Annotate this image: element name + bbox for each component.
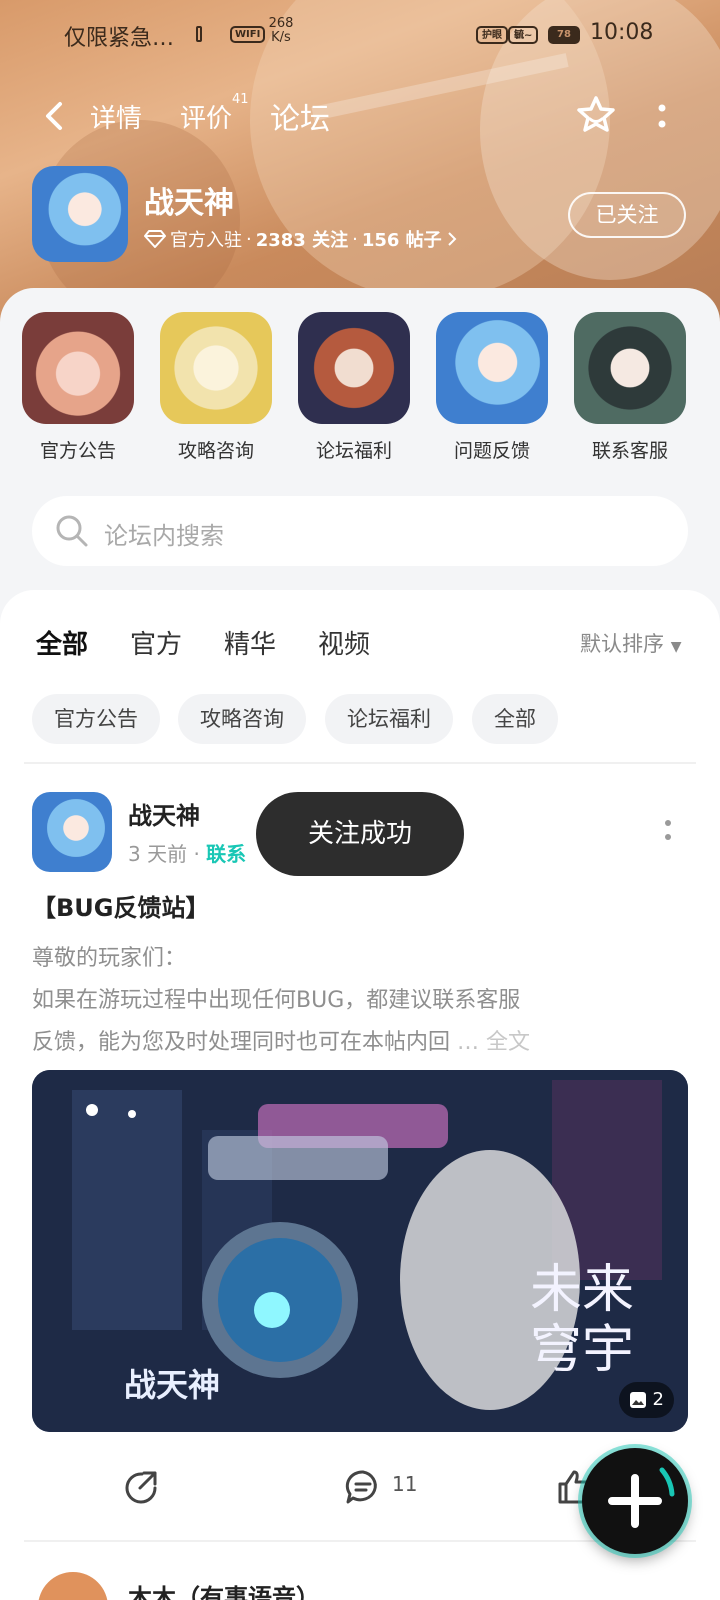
game-icon[interactable] bbox=[32, 166, 128, 262]
forum-page: 仅限紧急… WIFI 268 K/s 护眼 毓~ 78 10:08 详情 评价 … bbox=[0, 0, 720, 1600]
wifi-icon: WIFI bbox=[230, 26, 266, 43]
sim-icon bbox=[196, 26, 202, 42]
read-more-link[interactable]: 全文 bbox=[486, 1030, 530, 1055]
eye-care-icon: 护眼 bbox=[476, 26, 508, 44]
next-post-author[interactable]: 木木（有事语音） bbox=[128, 1578, 320, 1600]
post-body-line: 如果在游玩过程中出现任何BUG，都建议联系客服 bbox=[32, 988, 521, 1013]
post-author-avatar[interactable] bbox=[32, 792, 112, 872]
feed-tab-featured[interactable]: 精华 bbox=[224, 624, 276, 661]
followed-button[interactable]: 已关注 bbox=[568, 192, 686, 238]
category-label: 问题反馈 bbox=[453, 440, 530, 462]
caret-down-icon: ▼ bbox=[670, 639, 682, 655]
post-image[interactable]: 战天神 未来穹宇 2 bbox=[32, 1070, 688, 1432]
top-nav: 详情 评价 41 论坛 bbox=[0, 88, 720, 144]
category-label: 官方公告 bbox=[39, 440, 116, 462]
search-placeholder: 论坛内搜索 bbox=[104, 522, 224, 550]
post-tag[interactable]: 联系 bbox=[206, 842, 246, 866]
tab-reviews[interactable]: 评价 bbox=[180, 98, 232, 135]
comment-count: 11 bbox=[392, 1472, 418, 1496]
category-strategy[interactable]: 攻略咨询 bbox=[160, 312, 272, 463]
battery-icon: 78 bbox=[548, 26, 580, 44]
category-customer-service[interactable]: 联系客服 bbox=[574, 312, 686, 463]
favorite-star-icon[interactable] bbox=[574, 94, 618, 138]
category-label: 攻略咨询 bbox=[177, 440, 254, 462]
post-more-icon[interactable] bbox=[664, 818, 672, 842]
speed-value: 268 bbox=[268, 16, 294, 31]
reviews-count-badge: 41 bbox=[232, 92, 249, 107]
filter-chip-welfare[interactable]: 论坛福利 bbox=[325, 694, 453, 744]
post-count: 156 帖子 bbox=[361, 230, 442, 251]
divider bbox=[24, 762, 696, 764]
post-time-text: 3 天前 bbox=[128, 842, 188, 866]
image-game-title: 战天神 bbox=[124, 1366, 221, 1404]
filter-chip-strategy[interactable]: 攻略咨询 bbox=[178, 694, 306, 744]
sort-label: 默认排序 bbox=[580, 632, 664, 656]
category-official-announcement[interactable]: 官方公告 bbox=[22, 312, 134, 463]
category-image bbox=[436, 312, 548, 424]
category-image bbox=[574, 312, 686, 424]
forum-search-bar[interactable]: 论坛内搜索 bbox=[32, 496, 688, 566]
comment-icon[interactable] bbox=[344, 1468, 382, 1506]
toast-message: 关注成功 bbox=[256, 792, 464, 876]
image-count: 2 bbox=[652, 1389, 664, 1410]
image-icon bbox=[629, 1392, 646, 1408]
game-meta[interactable]: 官方入驻 · 2383 关注 · 156 帖子 bbox=[144, 226, 458, 252]
network-speed: 268 K/s bbox=[266, 17, 296, 45]
official-label: 官方入驻 bbox=[170, 230, 242, 251]
feed-tab-official[interactable]: 官方 bbox=[130, 624, 182, 661]
category-label: 联系客服 bbox=[591, 440, 668, 462]
speed-unit: K/s bbox=[271, 30, 291, 45]
status-bar: 仅限紧急… WIFI 268 K/s 护眼 毓~ 78 10:08 bbox=[0, 0, 720, 68]
post-timestamp: 3 天前 · 联系 bbox=[128, 842, 247, 866]
tab-forum[interactable]: 论坛 bbox=[268, 94, 332, 138]
post-title[interactable]: 【BUG反馈站】 bbox=[32, 888, 209, 923]
share-icon[interactable] bbox=[122, 1468, 160, 1506]
filter-chip-all[interactable]: 全部 bbox=[472, 694, 558, 744]
forum-content: 官方公告 攻略咨询 论坛福利 问题反馈 联系客服 论坛内搜索 全部 官方 精华 … bbox=[0, 288, 720, 1600]
filter-chip-announcement[interactable]: 官方公告 bbox=[32, 694, 160, 744]
category-feedback[interactable]: 问题反馈 bbox=[436, 312, 548, 463]
sort-dropdown[interactable]: 默认排序 ▼ bbox=[580, 628, 681, 658]
more-vertical-icon[interactable] bbox=[656, 100, 668, 132]
image-title: 未来穹宇 bbox=[530, 1260, 635, 1380]
plus-icon bbox=[608, 1467, 675, 1528]
post-body-line: 尊敬的玩家们： bbox=[32, 946, 187, 971]
category-image bbox=[298, 312, 410, 424]
mode-icon: 毓~ bbox=[508, 26, 539, 44]
post-author-name[interactable]: 战天神 bbox=[128, 796, 200, 831]
category-label: 论坛福利 bbox=[315, 440, 392, 462]
category-image bbox=[160, 312, 272, 424]
diamond-icon bbox=[144, 230, 166, 248]
follow-count: 2383 关注 bbox=[255, 230, 349, 251]
feed-tab-all[interactable]: 全部 bbox=[36, 624, 89, 667]
category-welfare[interactable]: 论坛福利 bbox=[298, 312, 410, 463]
image-count-badge: 2 bbox=[618, 1382, 674, 1418]
game-name: 战天神 bbox=[144, 186, 234, 221]
back-arrow-icon[interactable] bbox=[40, 98, 70, 134]
tab-details[interactable]: 详情 bbox=[90, 98, 142, 135]
clock: 10:08 bbox=[590, 20, 654, 45]
category-shortcuts: 官方公告 攻略咨询 论坛福利 问题反馈 联系客服 bbox=[0, 312, 720, 472]
post-body-line: 反馈，能为您及时处理同时也可在本帖内回 … 全文 bbox=[32, 1030, 531, 1055]
feed-tab-video[interactable]: 视频 bbox=[318, 624, 370, 661]
chevron-right-icon bbox=[447, 232, 457, 246]
status-notification-text: 仅限紧急… bbox=[64, 26, 175, 51]
category-image bbox=[22, 312, 134, 424]
create-post-button[interactable] bbox=[582, 1448, 688, 1554]
next-post-avatar[interactable] bbox=[38, 1572, 108, 1600]
ellipsis: … bbox=[457, 1030, 480, 1055]
search-icon bbox=[56, 515, 88, 547]
post-body[interactable]: 尊敬的玩家们： 如果在游玩过程中出现任何BUG，都建议联系客服 反馈，能为您及时… bbox=[32, 938, 688, 1064]
